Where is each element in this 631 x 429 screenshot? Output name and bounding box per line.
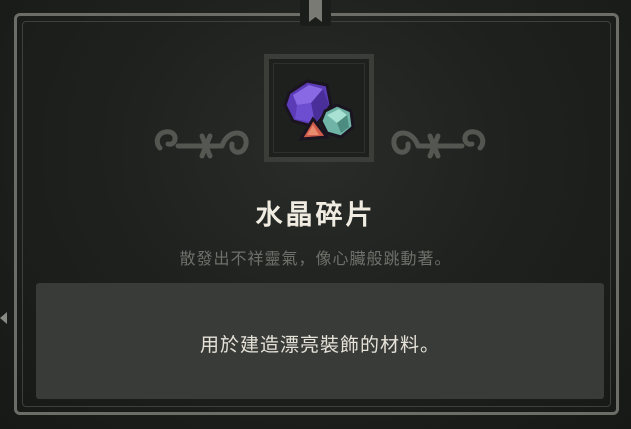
crystal-shards-icon [283,79,355,141]
item-icon-frame [264,54,374,162]
item-description: 用於建造漂亮裝飾的材料。 [199,334,440,356]
item-tooltip: 水晶碎片 散發出不祥靈氣，像心臟般跳動著。 用於建造漂亮裝飾的材料。 [0,0,631,429]
frame-top-ornament [300,0,331,26]
item-flavor-text: 散發出不祥靈氣，像心臟般跳動著。 [179,249,452,268]
left-arrow-icon[interactable] [0,312,7,324]
item-name: 水晶碎片 [255,200,376,231]
right-flourish-ornament [391,129,486,159]
description-panel: 用於建造漂亮裝飾的材料。 [36,283,604,399]
left-flourish-ornament [154,129,249,159]
